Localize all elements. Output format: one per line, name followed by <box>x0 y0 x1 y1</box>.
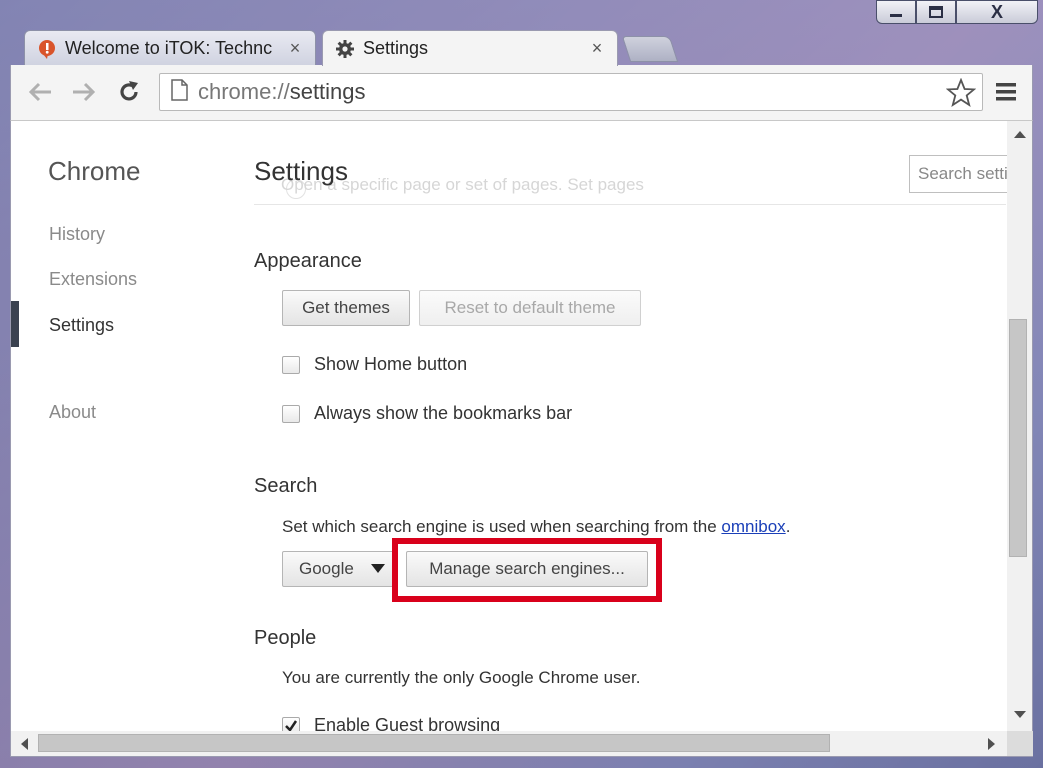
show-home-label: Show Home button <box>314 354 468 374</box>
show-home-row: Show Home button <box>282 354 467 375</box>
reload-icon <box>120 81 138 101</box>
url-scheme: chrome:// <box>198 79 290 104</box>
horizontal-scrollbar[interactable] <box>10 731 1033 757</box>
selected-indicator <box>11 301 19 347</box>
omnibox[interactable]: chrome://settings <box>159 73 983 111</box>
scroll-up-arrow-icon[interactable] <box>1014 131 1026 138</box>
gear-icon <box>335 39 355 59</box>
tab-close-icon[interactable]: × <box>283 38 307 59</box>
search-engine-value: Google <box>299 559 354 578</box>
highlight-box <box>392 538 662 602</box>
bookmarks-bar-row: Always show the bookmarks bar <box>282 403 572 424</box>
toolbar: chrome://settings <box>10 65 1033 121</box>
tab-close-icon[interactable]: × <box>585 38 609 59</box>
vertical-scrollbar[interactable] <box>1007 121 1032 731</box>
close-icon: X <box>990 1 1003 22</box>
search-description-text: Set which search engine is used when sea… <box>282 517 722 536</box>
chrome-menu-button[interactable] <box>993 79 1019 105</box>
window-controls: X <box>876 0 1038 26</box>
search-heading: Search <box>254 475 318 497</box>
sidebar-item-about[interactable]: About <box>49 402 96 423</box>
close-window-button[interactable]: X <box>956 0 1038 24</box>
scroll-left-arrow-icon[interactable] <box>21 738 28 750</box>
search-description-period: . <box>785 517 791 536</box>
header-divider <box>254 204 1006 205</box>
omnibox-link[interactable]: omnibox <box>721 517 785 536</box>
scrollbar-corner <box>1007 731 1033 756</box>
scroll-down-arrow-icon[interactable] <box>1014 711 1026 718</box>
scroll-right-arrow-icon[interactable] <box>988 738 995 750</box>
settings-page: Chrome History Extensions Settings About… <box>10 121 1033 731</box>
sidebar-item-history[interactable]: History <box>49 224 105 245</box>
guest-browsing-label: Enable Guest browsing <box>314 715 501 731</box>
guest-browsing-checkbox[interactable] <box>282 716 300 731</box>
forward-button[interactable] <box>69 77 99 107</box>
people-heading: People <box>254 627 317 649</box>
vertical-scroll-thumb[interactable] <box>1009 319 1027 557</box>
search-description: Set which search engine is used when sea… <box>282 517 790 537</box>
bookmarks-bar-checkbox[interactable] <box>282 404 300 423</box>
reload-button[interactable] <box>114 77 144 107</box>
star-icon[interactable] <box>945 77 977 113</box>
horizontal-scroll-thumb[interactable] <box>38 734 830 752</box>
tab-settings[interactable]: Settings × <box>322 30 618 66</box>
new-tab-button[interactable] <box>621 36 679 62</box>
url-text[interactable]: chrome://settings <box>198 79 366 105</box>
people-description: You are currently the only Google Chrome… <box>282 668 641 687</box>
minimize-button[interactable] <box>876 0 916 24</box>
back-arrow-icon <box>28 82 51 102</box>
url-path: settings <box>289 79 366 104</box>
sidebar-item-extensions[interactable]: Extensions <box>49 269 137 290</box>
reset-theme-button[interactable]: Reset to default theme <box>419 290 641 326</box>
page-icon <box>170 78 194 106</box>
get-themes-button[interactable]: Get themes <box>282 290 410 326</box>
sidebar-title: Chrome <box>48 156 141 186</box>
search-engine-select[interactable]: Google <box>282 551 396 587</box>
tab-title: Welcome to iTOK: Technc <box>65 38 273 58</box>
page-title: Settings <box>254 156 348 186</box>
minimize-icon <box>890 14 902 17</box>
hamburger-menu-icon <box>996 83 1016 101</box>
checkmark-icon <box>285 719 298 731</box>
bookmarks-bar-label: Always show the bookmarks bar <box>314 403 573 423</box>
sidebar-item-settings[interactable]: Settings <box>49 315 114 336</box>
back-button[interactable] <box>25 77 55 107</box>
show-home-checkbox[interactable] <box>282 355 300 374</box>
guest-browsing-row: Enable Guest browsing <box>282 715 500 731</box>
search-settings-input[interactable]: Search setti <box>909 155 1009 193</box>
itok-favicon-icon <box>37 39 57 59</box>
maximize-icon <box>929 6 943 18</box>
forward-arrow-icon <box>73 82 96 102</box>
tab-title: Settings <box>363 38 429 58</box>
tab-itok[interactable]: Welcome to iTOK: Technc × <box>24 30 316 66</box>
dropdown-arrow-icon <box>371 564 385 573</box>
maximize-button[interactable] <box>916 0 956 24</box>
appearance-heading: Appearance <box>254 250 362 272</box>
